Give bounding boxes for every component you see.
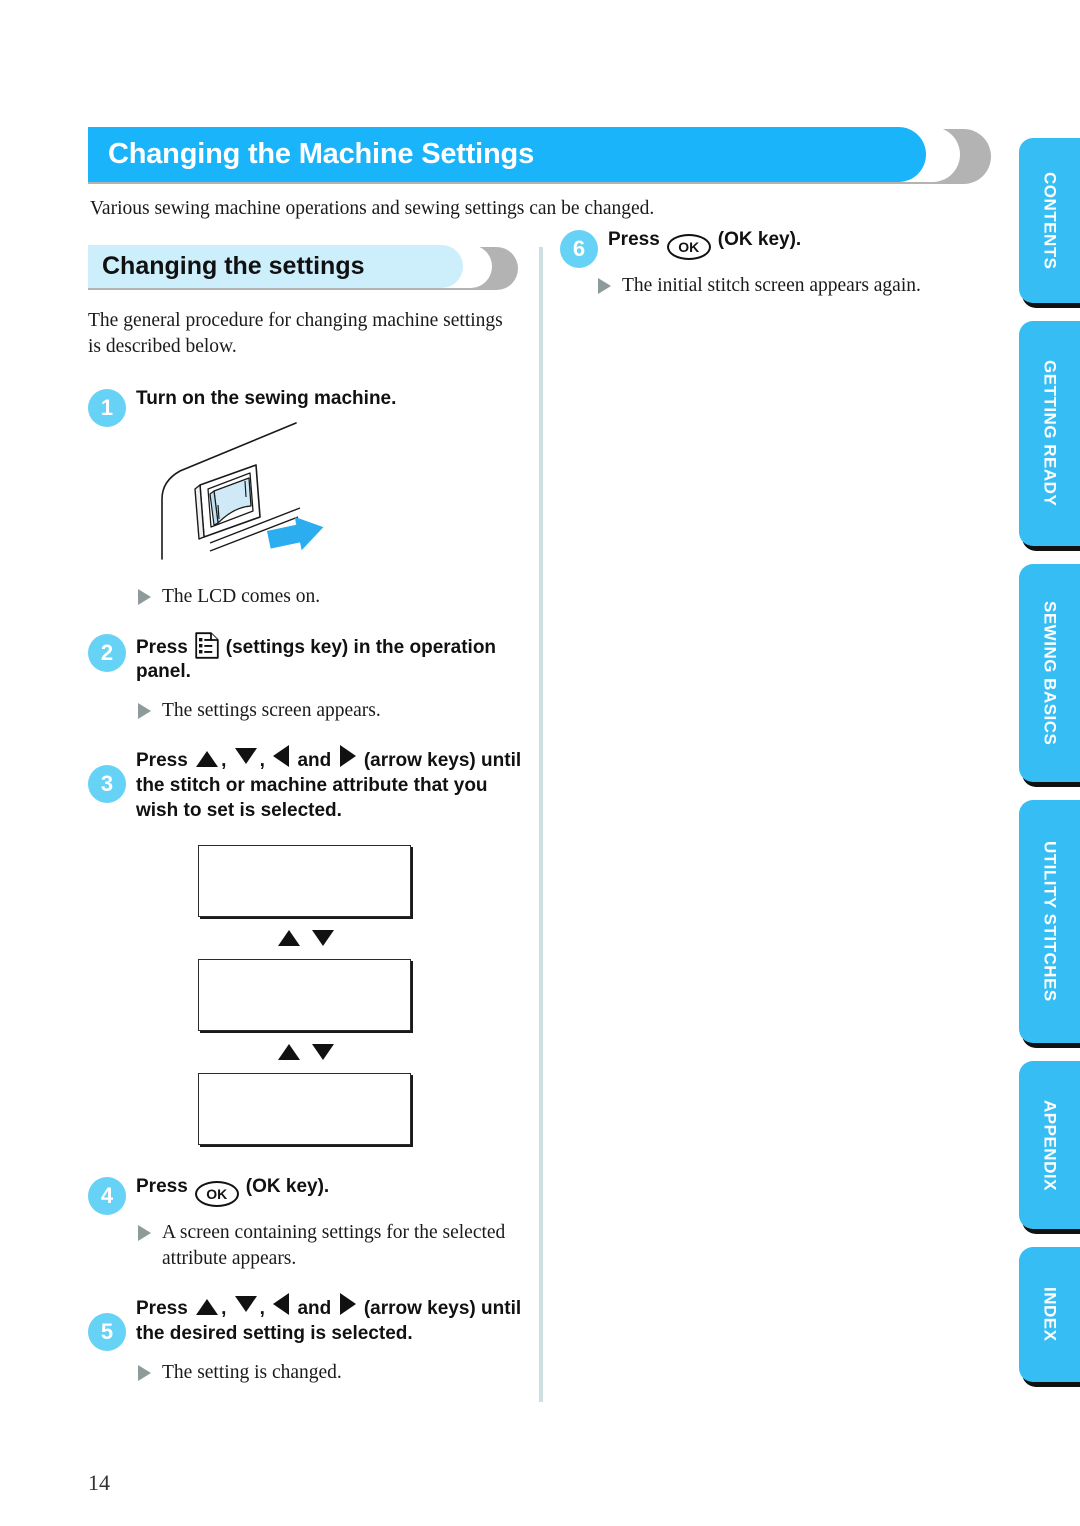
step-1-result-text: The LCD comes on. (162, 586, 321, 608)
section-lead-paragraph: The general procedure for changing machi… (88, 310, 503, 358)
step-1-result: The LCD comes on. (88, 584, 524, 609)
side-tab-label: CONTENTS (1040, 171, 1060, 270)
step-4-text: Press OK (OK key). (136, 1175, 524, 1208)
lcd-arrow-pair (198, 921, 413, 955)
step-6-text-after: (OK key). (717, 229, 802, 250)
side-tab-getting-ready[interactable]: GETTING READY (1019, 321, 1080, 546)
step-3-and: and (297, 750, 332, 772)
column-divider (539, 247, 543, 1402)
ok-key-icon: OK (666, 234, 711, 260)
step-4-text-before: Press (136, 1176, 188, 1198)
page-number: 14 (88, 1470, 110, 1495)
step-3-number: 3 (88, 765, 126, 804)
step-2-text-before: Press (136, 636, 188, 658)
left-column: Changing the settings The general proced… (88, 245, 524, 1407)
step-6-result-text: The initial stitch screen appears again. (622, 275, 921, 296)
intro-paragraph: Various sewing machine operations and se… (90, 198, 655, 219)
settings-key-icon (195, 631, 219, 659)
arrow-up-icon (196, 751, 219, 768)
arrow-up-icon (196, 1299, 219, 1316)
lcd-arrow-pair (198, 1035, 413, 1069)
power-switch-illustration (148, 421, 408, 571)
arrow-up-icon (277, 1044, 300, 1061)
arrow-left-icon (273, 1293, 290, 1316)
page-title: Changing the Machine Settings (108, 138, 534, 170)
arrow-right-icon (339, 745, 356, 768)
arrow-right-icon (339, 1293, 356, 1316)
step-2-text-after: (settings key) in the operation panel. (136, 636, 497, 683)
step-6-result: The initial stitch screen appears again. (560, 273, 990, 298)
section-title: Changing the settings (102, 252, 365, 280)
step-5-text: Press , , and (arrow keys) until the des… (136, 1293, 524, 1346)
arrow-down-icon (234, 1296, 257, 1313)
step-5: 5 Press , , and (arrow keys) until the d… (88, 1293, 524, 1352)
step-2-number: 2 (88, 633, 126, 672)
step-3-text-before: Press (136, 750, 188, 772)
right-column: 6 Press OK (OK key). The initial stitch sc… (560, 228, 990, 320)
arrow-up-icon (277, 930, 300, 947)
ok-key-icon: OK (194, 1181, 239, 1208)
step-4-text-after: (OK key). (245, 1176, 330, 1198)
step-4: 4 Press OK (OK key). (88, 1175, 524, 1216)
result-triangle-icon (138, 1225, 151, 1242)
manual-page: Changing the Machine Settings Various se… (0, 0, 1080, 1526)
lcd-screen-box (198, 845, 411, 918)
step-3-text: Press , , and (arrow keys) until the sti… (136, 745, 524, 823)
side-tab-label: APPENDIX (1040, 1099, 1060, 1191)
step-5-text-before: Press (136, 1298, 188, 1320)
step-4-result-text: A screen containing settings for the sel… (162, 1222, 506, 1269)
arrow-left-icon (273, 745, 290, 768)
step-6-text-before: Press (608, 229, 660, 250)
result-triangle-icon (138, 1364, 151, 1381)
arrow-down-icon (311, 1044, 334, 1061)
step-6-text: Press OK (OK key). (608, 228, 990, 260)
side-tab-index[interactable]: INDEX (1019, 1247, 1080, 1382)
step-6-number: 6 (560, 230, 598, 268)
step-3: 3 Press , , and (arrow keys) until the s… (88, 745, 524, 823)
side-tab-sewing-basics[interactable]: SEWING BASICS (1019, 564, 1080, 782)
side-tab-label: INDEX (1040, 1287, 1060, 1342)
step-1: 1 Turn on the sewing machine. (88, 387, 524, 427)
side-tab-utility-stitches[interactable]: UTILITY STITCHES (1019, 800, 1080, 1043)
side-tab-label: SEWING BASICS (1040, 600, 1060, 746)
step-1-number: 1 (88, 388, 126, 427)
chapter-header: Changing the Machine Settings (88, 127, 993, 184)
step-2-result-text: The settings screen appears. (162, 700, 381, 722)
step-2-result: The settings screen appears. (88, 698, 524, 723)
arrow-down-icon (234, 748, 257, 765)
subheader-blue-bar: Changing the settings (88, 245, 463, 288)
lcd-screen-box (198, 1073, 411, 1146)
result-triangle-icon (598, 278, 611, 294)
step-5-number: 5 (88, 1313, 126, 1352)
side-tab-label: UTILITY STITCHES (1040, 841, 1060, 1002)
result-triangle-icon (138, 589, 151, 606)
side-tab-label: GETTING READY (1040, 360, 1060, 507)
step-5-result-text: The setting is changed. (162, 1361, 342, 1383)
side-tab-contents[interactable]: CONTENTS (1019, 138, 1080, 303)
section-subheader: Changing the settings (88, 245, 524, 290)
result-triangle-icon (138, 703, 151, 720)
step-4-number: 4 (88, 1177, 126, 1216)
step-2-text: Press (settings key) in the operation pa… (136, 631, 524, 685)
step-5-result: The setting is changed. (88, 1360, 524, 1385)
arrow-down-icon (311, 930, 334, 947)
step-4-result: A screen containing settings for the sel… (88, 1220, 524, 1271)
step-6: 6 Press OK (OK key). (560, 228, 990, 268)
lcd-screen-diagram (198, 845, 413, 1146)
side-index-tabs: CONTENTS GETTING READY SEWING BASICS UTI… (1019, 138, 1080, 1400)
step-1-text: Turn on the sewing machine. (136, 387, 397, 409)
step-5-and: and (297, 1298, 332, 1320)
step-2: 2 Press (settings key) in the operation … (88, 631, 524, 685)
header-blue-bar: Changing the Machine Settings (88, 127, 926, 182)
lcd-screen-box (198, 959, 411, 1032)
side-tab-appendix[interactable]: APPENDIX (1019, 1061, 1080, 1229)
